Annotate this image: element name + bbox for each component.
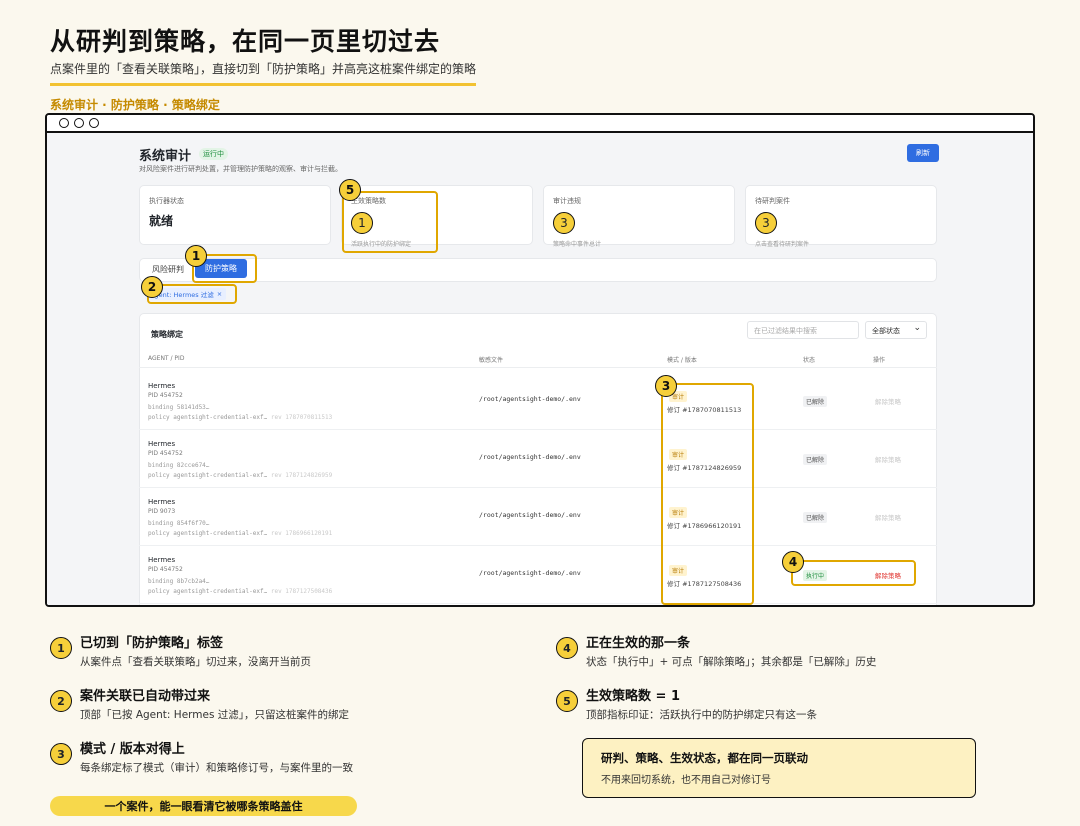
window-dot-icon xyxy=(59,118,69,128)
legend-desc: 从案件点「查看关联策略」切过来，没离开当前页 xyxy=(80,656,311,668)
running-badge: 运行中 xyxy=(199,148,228,160)
row-agent: Hermes xyxy=(148,556,176,564)
metric-card-pending-cases[interactable]: 待研判案件 3 点击查看待研判案件 xyxy=(745,185,937,248)
metric-label: 执行器状态 xyxy=(149,197,184,205)
column-header-file: 敏感文件 xyxy=(479,357,504,364)
table-header-divider xyxy=(139,367,937,368)
page-title: 从研判到策略，在同一页里切过去 xyxy=(50,27,441,56)
row-pid: PID 454752 xyxy=(148,450,183,457)
legend-number: 1 xyxy=(50,637,72,659)
metric-note: 策略命中事件总计 xyxy=(553,241,602,248)
app-description: 对风险案件进行研判处置，并管理防护策略的观察、审计与拦截。 xyxy=(139,165,342,173)
column-header-status: 状态 xyxy=(803,357,816,364)
status-filter-value: 全部状态 xyxy=(872,327,900,335)
column-header-agent: AGENT / PID xyxy=(148,355,185,362)
row-policy: policy agentsight-credential-exf… rev 17… xyxy=(148,588,333,595)
row-unbind-action: 解除策略 xyxy=(875,514,901,522)
legend-title: 已切到「防护策略」标签 xyxy=(80,636,224,651)
highlight-box-4 xyxy=(791,560,916,586)
callout-desc: 不用来回切系统，也不用自己对修订号 xyxy=(601,775,771,786)
legend-number: 5 xyxy=(556,690,578,712)
marker-4: 4 xyxy=(782,551,804,573)
tab-risk-review[interactable]: 风险研判 xyxy=(152,264,184,275)
app-title: 系统审计 xyxy=(139,149,192,164)
legend-desc: 每条绑定标了模式（审计）和策略修订号，与案件里的一致 xyxy=(80,762,353,774)
highlight-box-3 xyxy=(661,383,754,605)
row-agent: Hermes xyxy=(148,498,176,506)
row-pid: PID 9073 xyxy=(148,508,176,515)
legend-desc: 顶部指标印证：活跃执行中的防护绑定只有这一条 xyxy=(586,709,817,721)
row-status-badge: 已解除 xyxy=(803,512,828,523)
highlight-box-5 xyxy=(342,191,438,253)
row-pid: PID 454752 xyxy=(148,392,183,399)
legend-number: 3 xyxy=(50,743,72,765)
row-policy: policy agentsight-credential-exf… rev 17… xyxy=(148,472,333,479)
row-agent: Hermes xyxy=(148,440,176,448)
status-filter-select[interactable]: 全部状态 ⌄ xyxy=(865,321,927,339)
legend-desc: 顶部「已按 Agent: Hermes 过滤」，只留这桩案件的绑定 xyxy=(80,709,350,721)
panel-title: 策略绑定 xyxy=(151,330,183,339)
legend-desc: 状态「执行中」+ 可点「解除策略」；其余都是「已解除」历史 xyxy=(586,656,877,668)
metric-card-executor: 执行器状态 就绪 xyxy=(139,185,331,245)
column-header-mode: 模式 / 版本 xyxy=(667,357,697,364)
row-binding: binding 8b7cb2a4… xyxy=(148,578,210,585)
marker-1: 1 xyxy=(185,245,207,267)
callout-title: 研判、策略、生效状态，都在同一页联动 xyxy=(601,751,808,765)
column-header-action: 操作 xyxy=(873,357,886,364)
row-status-badge: 已解除 xyxy=(803,454,828,465)
window-dot-icon xyxy=(89,118,99,128)
section-breadcrumb: 系统审计 · 防护策略 · 策略绑定 xyxy=(50,98,220,112)
row-sensitive-file: /root/agentsight-demo/.env xyxy=(479,569,581,577)
metric-label: 审计违规 xyxy=(553,197,581,205)
marker-2: 2 xyxy=(141,276,163,298)
summary-callout: 研判、策略、生效状态，都在同一页联动 不用来回切系统，也不用自己对修订号 xyxy=(582,738,976,798)
takeaway-pill: 一个案件，能一眼看清它被哪条策略盖住 xyxy=(50,796,357,816)
row-binding: binding 854f6f70… xyxy=(148,520,210,527)
row-policy: policy agentsight-credential-exf… rev 17… xyxy=(148,414,333,421)
page-subtitle: 点案件里的「查看关联策略」，直接切到「防护策略」并高亮这桩案件绑定的策略 xyxy=(50,60,477,86)
row-pid: PID 454752 xyxy=(148,566,183,573)
metric-card-violations: 审计违规 3 策略命中事件总计 xyxy=(543,185,735,248)
legend-title: 案件关联已自动带过来 xyxy=(80,689,211,704)
chevron-down-icon: ⌄ xyxy=(913,323,921,333)
legend-number: 2 xyxy=(50,690,72,712)
metric-value: 3 xyxy=(755,212,777,234)
row-sensitive-file: /root/agentsight-demo/.env xyxy=(479,395,581,403)
legend-title: 正在生效的那一条 xyxy=(586,636,691,651)
row-sensitive-file: /root/agentsight-demo/.env xyxy=(479,453,581,461)
metric-value: 就绪 xyxy=(149,214,174,228)
marker-3: 3 xyxy=(655,375,677,397)
legend-number: 4 xyxy=(556,637,578,659)
browser-title-bar xyxy=(47,115,1033,133)
row-binding: binding 82cce674… xyxy=(148,462,210,469)
row-policy: policy agentsight-credential-exf… rev 17… xyxy=(148,530,333,537)
window-dot-icon xyxy=(74,118,84,128)
row-binding: binding 58141d53… xyxy=(148,404,210,411)
app-page: 系统审计 运行中 对风险案件进行研判处置，并管理防护策略的观察、审计与拦截。 刷… xyxy=(47,133,1033,605)
metric-label: 待研判案件 xyxy=(755,197,790,205)
marker-5: 5 xyxy=(339,179,361,201)
row-sensitive-file: /root/agentsight-demo/.env xyxy=(479,511,581,519)
legend-title: 生效策略数 = 1 xyxy=(586,689,680,704)
row-agent: Hermes xyxy=(148,382,176,390)
metric-value: 3 xyxy=(553,212,575,234)
refresh-button[interactable]: 刷新 xyxy=(907,144,939,162)
metric-note: 点击查看待研判案件 xyxy=(755,241,810,248)
row-unbind-action: 解除策略 xyxy=(875,456,901,464)
tab-bar xyxy=(139,258,937,282)
row-status-badge: 已解除 xyxy=(803,396,828,407)
search-input[interactable]: 在已过滤结果中搜索 xyxy=(747,321,859,339)
legend-title: 模式 / 版本对得上 xyxy=(80,742,185,757)
browser-window: 系统审计 运行中 对风险案件进行研判处置，并管理防护策略的观察、审计与拦截。 刷… xyxy=(45,113,1035,607)
row-unbind-action: 解除策略 xyxy=(875,398,901,406)
table-row: Hermes PID 454752 binding 58141d53… poli… xyxy=(139,372,937,430)
table-row: Hermes PID 9073 binding 854f6f70… policy… xyxy=(139,488,937,546)
table-row: Hermes PID 454752 binding 82cce674… poli… xyxy=(139,430,937,488)
